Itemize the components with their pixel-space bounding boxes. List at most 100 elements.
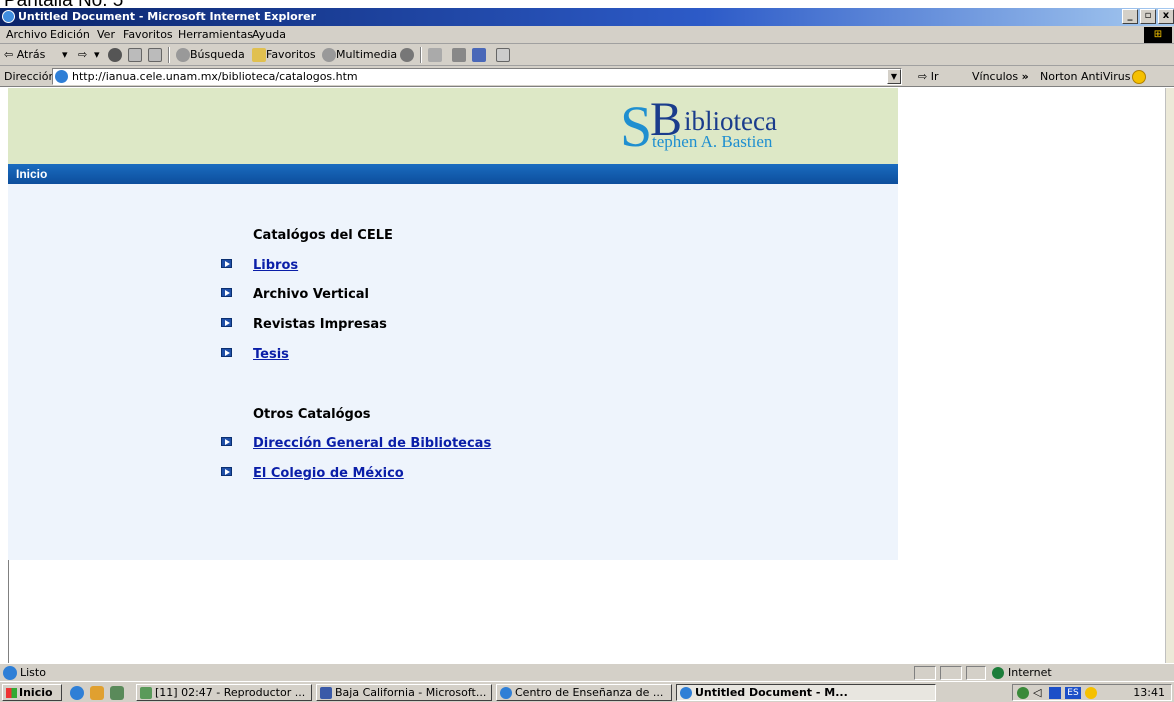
ie-icon (500, 687, 512, 699)
standard-toolbar: ⇦ Atrás ▾ ⇨ ▾ Búsqueda Favoritos Multime… (0, 44, 1174, 66)
media-player-icon (140, 687, 152, 699)
forward-button[interactable]: ⇨ (78, 47, 87, 63)
quicklaunch-outlook-icon[interactable] (90, 686, 104, 700)
task-label: Baja California - Microsoft... (335, 686, 487, 699)
bullet-arrow-icon (221, 259, 232, 268)
cele-catalogs-heading: Catalógos del CELE (253, 228, 393, 243)
bullet-arrow-icon (221, 467, 232, 476)
menu-archivo[interactable]: Archivo (6, 26, 47, 44)
catalog-content: Catalógos del CELE Libros Archivo Vertic… (8, 184, 898, 560)
refresh-icon[interactable] (128, 48, 142, 62)
page-status-icon (3, 666, 17, 680)
norton-antivirus-button[interactable]: Norton AntiVirus (1040, 66, 1130, 87)
bullet-arrow-icon (221, 318, 232, 327)
task-label: Untitled Document - M... (695, 686, 848, 699)
logo-subtitle: tephen A. Bastien (652, 132, 773, 151)
status-text: Listo (20, 666, 46, 679)
back-button[interactable]: ⇦ Atrás (4, 47, 45, 63)
norton-icon[interactable] (1132, 70, 1146, 84)
back-dropdown-icon[interactable]: ▾ (62, 47, 68, 63)
toolbar-separator (420, 47, 422, 63)
menu-favoritos[interactable]: Favoritos (123, 26, 173, 44)
stop-icon[interactable] (108, 48, 122, 62)
search-button[interactable]: Búsqueda (190, 47, 245, 63)
ie-logo-icon (2, 10, 15, 23)
status-bar: Listo Internet (0, 663, 1174, 681)
address-label: Dirección (4, 70, 56, 83)
go-label: Ir (930, 70, 939, 83)
favorites-button[interactable]: Favoritos (266, 47, 316, 63)
forward-dropdown-icon[interactable]: ▾ (94, 47, 100, 63)
status-pane (914, 666, 936, 680)
close-button[interactable]: x (1158, 9, 1174, 24)
site-nav-bar: Inicio (8, 164, 898, 184)
menu-ver[interactable]: Ver (97, 26, 115, 44)
page-header: S B iblioteca tephen A. Bastien (8, 88, 898, 164)
system-tray: ◁ ES 13:41 (1012, 684, 1172, 701)
page-icon (55, 70, 68, 83)
links-label: Vínculos (972, 70, 1019, 83)
windows-flag-icon (6, 688, 17, 698)
ie-icon (680, 687, 692, 699)
links-more-icon: » (1021, 70, 1029, 83)
vertical-scrollbar[interactable] (1165, 88, 1174, 663)
catalog-link-colmex[interactable]: El Colegio de México (253, 466, 404, 481)
other-catalogs-heading: Otros Catalógos (253, 407, 371, 422)
window-controls: _ ▫ x (1122, 9, 1174, 25)
internet-zone-icon (992, 667, 1004, 679)
nav-home-link[interactable]: Inicio (16, 164, 47, 184)
word-edit-icon[interactable] (472, 48, 486, 62)
minimize-button[interactable]: _ (1122, 9, 1138, 24)
norton-tray-icon[interactable] (1085, 687, 1097, 699)
bullet-arrow-icon (221, 348, 232, 357)
catalog-item-archivo-vertical: Archivo Vertical (253, 287, 370, 302)
task-label: [11] 02:47 - Reproductor ... (155, 686, 306, 699)
menu-bar: Archivo Edición Ver Favoritos Herramient… (0, 26, 1174, 44)
word-icon (320, 687, 332, 699)
bullet-arrow-icon (221, 437, 232, 446)
go-button[interactable]: ⇨ Ir (918, 66, 939, 87)
task-word-document[interactable]: Baja California - Microsoft... (316, 684, 492, 701)
go-arrow-icon: ⇨ (918, 70, 928, 83)
home-icon[interactable] (148, 48, 162, 62)
address-dropdown-icon[interactable]: ▼ (887, 69, 901, 84)
security-zone: Internet (1008, 666, 1052, 679)
mail-icon[interactable] (428, 48, 442, 62)
catalog-item-revistas-impresas: Revistas Impresas (253, 317, 387, 332)
address-input[interactable]: http://ianua.cele.unam.mx/biblioteca/cat… (52, 68, 902, 85)
print-icon[interactable] (452, 48, 466, 62)
task-ie-untitled[interactable]: Untitled Document - M... (676, 684, 936, 701)
quicklaunch-ie-icon[interactable] (70, 686, 84, 700)
status-pane (940, 666, 962, 680)
menu-ayuda[interactable]: Ayuda (252, 26, 286, 44)
menu-edicion[interactable]: Edición (50, 26, 90, 44)
menu-herramientas[interactable]: Herramientas (178, 26, 253, 44)
windows-taskbar: Inicio [11] 02:47 - Reproductor ... Baja… (0, 681, 1174, 702)
restore-button[interactable]: ▫ (1140, 9, 1156, 24)
catalog-link-dgb[interactable]: Dirección General de Bibliotecas (253, 436, 491, 451)
media-tray-icon[interactable] (1049, 687, 1061, 699)
address-bar: Dirección http://ianua.cele.unam.mx/bibl… (0, 66, 1174, 87)
quicklaunch-desktop-icon[interactable] (110, 686, 124, 700)
task-ie-cele[interactable]: Centro de Enseñanza de ... (496, 684, 672, 701)
links-toolbar[interactable]: Vínculos » (972, 66, 1029, 87)
toolbar-separator (168, 47, 170, 63)
network-icon[interactable] (1017, 687, 1029, 699)
status-pane (966, 666, 986, 680)
task-media-player[interactable]: [11] 02:47 - Reproductor ... (136, 684, 312, 701)
clock[interactable]: 13:41 (1133, 685, 1165, 700)
catalog-link-tesis[interactable]: Tesis (253, 347, 289, 362)
language-indicator[interactable]: ES (1065, 687, 1081, 699)
volume-icon[interactable]: ◁ (1033, 687, 1045, 699)
address-url[interactable]: http://ianua.cele.unam.mx/biblioteca/cat… (72, 69, 358, 84)
logo-initial-s: S (620, 94, 653, 159)
catalog-link-libros[interactable]: Libros (253, 258, 298, 273)
discuss-icon[interactable] (496, 48, 510, 62)
multimedia-button[interactable]: Multimedia (336, 47, 397, 63)
favorites-icon (252, 48, 266, 62)
start-button[interactable]: Inicio (2, 684, 62, 701)
task-label: Centro de Enseñanza de ... (515, 686, 664, 699)
history-icon[interactable] (400, 48, 414, 62)
start-label: Inicio (19, 686, 53, 699)
window-title-bar[interactable]: Untitled Document - Microsoft Internet E… (0, 8, 1174, 26)
